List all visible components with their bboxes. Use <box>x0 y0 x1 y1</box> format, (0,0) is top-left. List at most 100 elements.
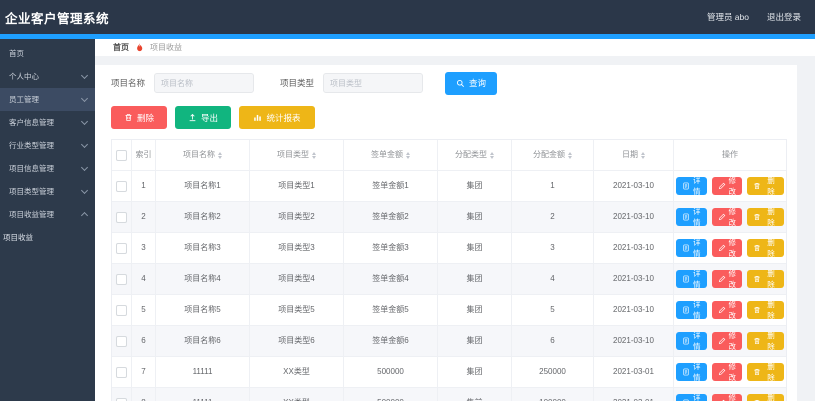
cell-alloc_amount: 250000 <box>512 357 594 387</box>
cell-alloc_amount: 4 <box>512 264 594 294</box>
delete-button[interactable]: 删除 <box>747 207 784 227</box>
cell-alloc_amount: 6 <box>512 326 594 356</box>
select-all-checkbox[interactable] <box>116 149 127 161</box>
sidebar-item-label: 项目信息管理 <box>9 164 54 173</box>
action-label: 删除 <box>767 269 775 289</box>
cell-index: 2 <box>132 202 156 232</box>
cell-type: 项目类型2 <box>250 202 344 232</box>
action-label: 删除 <box>767 362 775 382</box>
cell-actions: 详情 修改 删除 <box>674 171 786 201</box>
search-button[interactable]: 查询 <box>445 71 498 95</box>
action-label: 修改 <box>728 331 737 351</box>
sidebar-item-5[interactable]: 项目信息管理 <box>0 157 95 180</box>
breadcrumb-home-link[interactable]: 首页 <box>113 42 129 53</box>
sidebar-subitem[interactable]: 项目收益 <box>0 226 95 248</box>
project-type-input[interactable] <box>323 73 424 93</box>
action-label: 修改 <box>728 393 737 401</box>
sidebar-item-7[interactable]: 项目收益管理 <box>0 203 95 226</box>
report-button[interactable]: 统计报表 <box>239 106 315 129</box>
detail-button[interactable]: 详情 <box>676 176 707 196</box>
delete-button[interactable]: 删除 <box>747 269 784 289</box>
column-header-alloc_amount[interactable]: 分配金额 <box>512 140 594 170</box>
project-name-input[interactable] <box>154 73 255 93</box>
sidebar-item-6[interactable]: 项目类型管理 <box>0 180 95 203</box>
cell-alloc_amount: 3 <box>512 233 594 263</box>
delete-button[interactable]: 删除 <box>747 331 784 351</box>
button-label: 统计报表 <box>266 112 301 123</box>
sidebar-item-3[interactable]: 客户信息管理 <box>0 111 95 134</box>
app-window: 企业客户管理系统 管理员 abo 退出登录 首页 个人中心 员工管理 客户信息管理 行业… <box>0 0 815 401</box>
action-label: 修改 <box>728 207 737 227</box>
sort-icon[interactable] <box>568 151 572 159</box>
table-row-3: 3 项目名称3 项目类型3 签单金额3 集团 3 2021-03-10 详情 修改 删除 <box>112 233 786 264</box>
edit-button[interactable]: 修改 <box>711 362 742 382</box>
cell-type: 项目类型3 <box>250 233 344 263</box>
cell-name: 项目名称2 <box>156 202 250 232</box>
edit-button[interactable]: 修改 <box>711 207 742 227</box>
detail-button[interactable]: 详情 <box>676 207 707 227</box>
delete-button[interactable]: 删除 <box>747 300 784 320</box>
row-checkbox[interactable] <box>116 273 127 285</box>
cell-date: 2021-03-10 <box>594 202 674 232</box>
export-button[interactable]: 导出 <box>175 106 231 129</box>
row-checkbox[interactable] <box>116 180 127 192</box>
edit-button[interactable]: 修改 <box>711 238 742 258</box>
sort-icon[interactable] <box>490 151 494 159</box>
row-checkbox[interactable] <box>116 366 127 378</box>
detail-button[interactable]: 详情 <box>676 362 707 382</box>
cell-sign_amount: 500000 <box>344 357 438 387</box>
column-header-date[interactable]: 日期 <box>594 140 674 170</box>
delete-button[interactable]: 删除 <box>747 238 784 258</box>
cell-sign_amount: 签单金额3 <box>344 233 438 263</box>
sort-icon[interactable] <box>641 151 645 159</box>
search-button-label: 查询 <box>469 78 487 88</box>
logout-link[interactable]: 退出登录 <box>767 11 801 23</box>
row-checkbox[interactable] <box>116 304 127 316</box>
bulk-delete-button[interactable]: 删除 <box>111 106 167 129</box>
detail-button[interactable]: 详情 <box>676 300 707 320</box>
action-label: 删除 <box>767 331 775 351</box>
column-header-sign_amount[interactable]: 签单金额 <box>344 140 438 170</box>
column-header-type[interactable]: 项目类型 <box>250 140 344 170</box>
action-label: 删除 <box>767 176 775 196</box>
detail-button[interactable]: 详情 <box>676 331 707 351</box>
delete-button[interactable]: 删除 <box>747 393 784 401</box>
cell-date: 2021-03-10 <box>594 295 674 325</box>
sidebar-item-label: 首页 <box>9 49 24 58</box>
row-checkbox[interactable] <box>116 211 127 223</box>
table-row-1: 1 项目名称1 项目类型1 签单金额1 集团 1 2021-03-10 详情 修改 删除 <box>112 171 786 202</box>
column-header-alloc_type[interactable]: 分配类型 <box>438 140 512 170</box>
row-checkbox[interactable] <box>116 242 127 254</box>
delete-button[interactable]: 删除 <box>747 176 784 196</box>
sort-icon[interactable] <box>218 151 222 159</box>
action-label: 详情 <box>693 300 701 320</box>
sort-icon[interactable] <box>406 151 410 159</box>
pencil-icon <box>718 244 726 252</box>
edit-button[interactable]: 修改 <box>711 393 742 401</box>
sidebar-item-2[interactable]: 员工管理 <box>0 88 95 111</box>
action-label: 修改 <box>728 238 737 258</box>
sort-icon[interactable] <box>312 151 316 159</box>
detail-button[interactable]: 详情 <box>676 238 707 258</box>
file-icon <box>682 306 690 314</box>
sidebar-item-4[interactable]: 行业类型管理 <box>0 134 95 157</box>
sidebar-item-0[interactable]: 首页 <box>0 42 95 65</box>
row-checkbox[interactable] <box>116 335 127 347</box>
row-checkbox[interactable] <box>116 397 127 401</box>
delete-button[interactable]: 删除 <box>747 362 784 382</box>
cell-type: 项目类型5 <box>250 295 344 325</box>
edit-button[interactable]: 修改 <box>711 269 742 289</box>
action-label: 详情 <box>693 393 701 401</box>
sidebar-item-1[interactable]: 个人中心 <box>0 65 95 88</box>
column-header-name[interactable]: 项目名称 <box>156 140 250 170</box>
cell-alloc_amount: 1 <box>512 171 594 201</box>
cell-sign_amount: 签单金额5 <box>344 295 438 325</box>
current-user-label[interactable]: 管理员 abo <box>707 11 749 23</box>
edit-button[interactable]: 修改 <box>711 331 742 351</box>
edit-button[interactable]: 修改 <box>711 176 742 196</box>
cell-actions: 详情 修改 删除 <box>674 326 786 356</box>
edit-button[interactable]: 修改 <box>711 300 742 320</box>
detail-button[interactable]: 详情 <box>676 269 707 289</box>
trash-icon <box>753 275 761 283</box>
detail-button[interactable]: 详情 <box>676 393 707 401</box>
